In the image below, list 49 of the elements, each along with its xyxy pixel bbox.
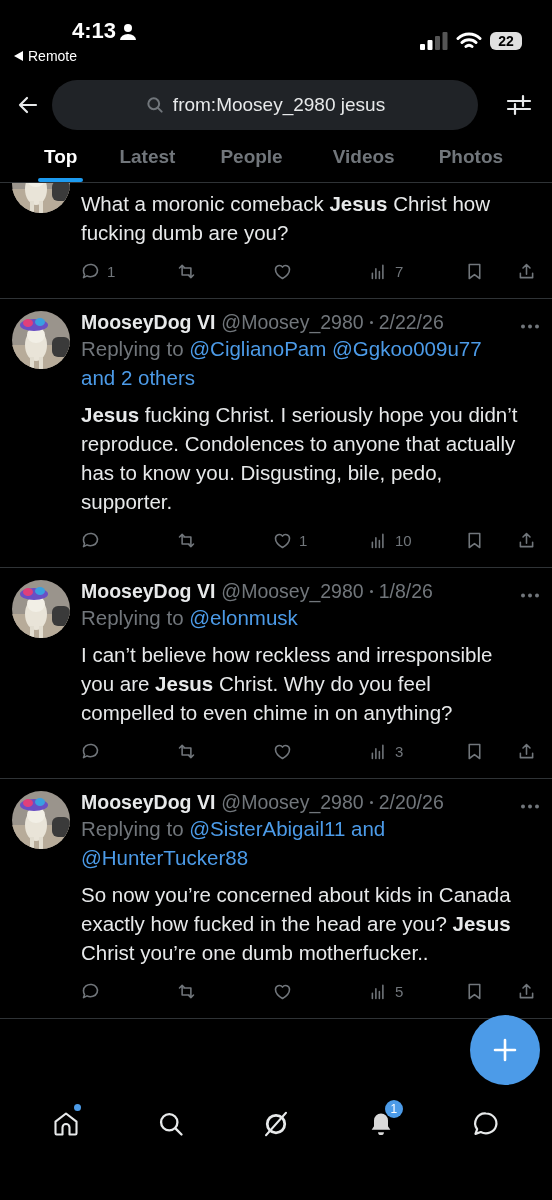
post-date: 2/22/26 — [378, 311, 444, 334]
post-text: So now you’re concerned about kids in Canada exactly how fucked in the head are you? Jesus Christ you’re one dumb motherfucker.. — [81, 882, 512, 966]
clock-time: 4:13 — [72, 18, 117, 44]
signal-icon — [420, 32, 448, 50]
battery-level: 22 — [490, 32, 522, 50]
back-triangle-icon — [14, 51, 23, 61]
post-text: Jesus fucking Christ. I seriously hope you didn’t reproduce. Condolences to anyone that actually has to know you. Disgusting, bile, pedo, supporter. — [81, 402, 519, 515]
home-icon — [52, 1110, 81, 1138]
post-text: I can’t believe how reckless and irresponsible you are Jesus Christ. Why do you feel compelled to even chime in on anything? — [81, 642, 494, 726]
display-name[interactable]: MooseyDog VI — [81, 311, 216, 334]
back-to-app-link[interactable]: Remote — [14, 48, 137, 64]
more-icon[interactable] — [520, 324, 540, 329]
views-button[interactable]: 7 — [368, 261, 464, 282]
like-button[interactable]: 1 — [272, 530, 368, 551]
more-icon[interactable] — [520, 804, 540, 809]
person-icon — [120, 22, 137, 40]
wifi-icon — [456, 31, 482, 51]
search-tab[interactable]: Videos — [326, 146, 401, 182]
views-button[interactable]: 5 — [368, 981, 464, 1002]
user-handle: @Moosey_2980 — [221, 580, 364, 603]
notification-badge: 1 — [384, 1100, 403, 1118]
display-name[interactable]: MooseyDog VI — [81, 580, 216, 603]
search-icon — [157, 1110, 186, 1138]
notifications-tab[interactable]: 1 — [356, 1100, 405, 1148]
reply-line: Replying to @elonmusk — [81, 605, 299, 631]
post-date: 2/20/26 — [378, 791, 444, 814]
display-name[interactable]: MooseyDog VI — [81, 791, 216, 814]
reply-line: Replying to @SisterAbigail11 and @HunterTucker88 — [81, 816, 387, 871]
more-icon[interactable] — [520, 593, 540, 598]
separator-dot — [369, 321, 373, 324]
search-field[interactable]: from:Moosey_2980 jesus — [52, 80, 478, 130]
search-tab[interactable]: People — [214, 146, 289, 182]
search-tab[interactable]: Photos — [432, 146, 510, 182]
separator-dot — [369, 801, 373, 804]
user-handle: @Moosey_2980 — [221, 311, 364, 334]
user-handle: @Moosey_2980 — [221, 791, 364, 814]
plus-icon — [492, 1037, 518, 1063]
separator-dot — [369, 590, 373, 593]
views-button[interactable]: 3 — [368, 741, 464, 762]
reply-line: Replying to @CiglianoPam @Ggkoo009u77 and 2 others — [81, 336, 483, 391]
reply-button[interactable]: 1 — [80, 261, 176, 282]
chat-bubble-icon — [471, 1110, 500, 1138]
search-tab[interactable]: Latest — [113, 146, 182, 182]
filter-button[interactable] — [506, 92, 532, 118]
search-tab[interactable]: Top — [38, 146, 84, 182]
search-icon — [144, 95, 165, 115]
post-date: 1/8/26 — [378, 580, 433, 603]
post-text: What a moronic comeback Jesus Christ how fucking dumb are you? — [81, 191, 492, 246]
views-button[interactable]: 10 — [368, 530, 464, 551]
